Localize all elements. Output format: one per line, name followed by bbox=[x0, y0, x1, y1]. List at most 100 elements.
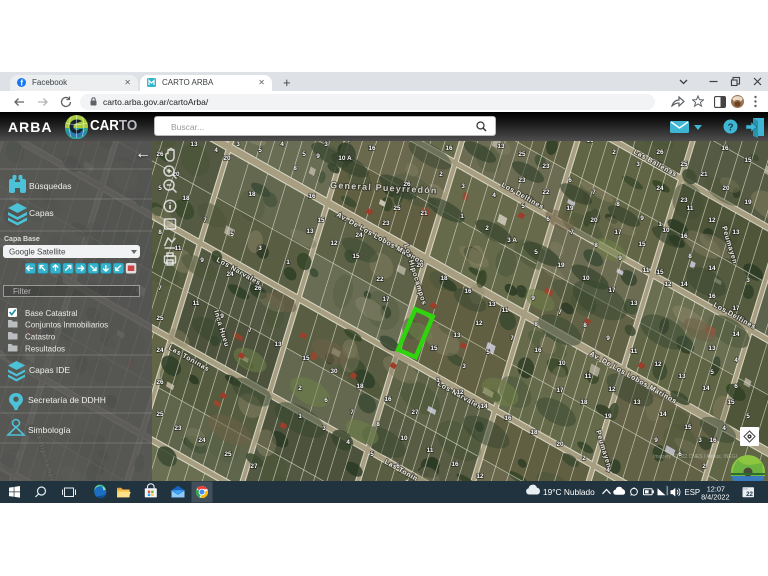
svg-text:9: 9 bbox=[654, 437, 658, 444]
svg-text:13: 13 bbox=[274, 341, 282, 348]
svg-text:23: 23 bbox=[680, 197, 688, 204]
svg-text:8: 8 bbox=[616, 201, 620, 208]
svg-text:25: 25 bbox=[680, 161, 688, 168]
svg-text:14: 14 bbox=[480, 403, 488, 410]
svg-text:9: 9 bbox=[200, 257, 204, 264]
svg-text:ESP: ESP bbox=[685, 488, 701, 497]
svg-text:15: 15 bbox=[744, 157, 752, 164]
svg-text:22: 22 bbox=[376, 276, 384, 283]
svg-text:8/4/2022: 8/4/2022 bbox=[701, 493, 729, 502]
svg-text:25: 25 bbox=[156, 315, 164, 322]
svg-text:14: 14 bbox=[732, 331, 740, 338]
svg-text:24: 24 bbox=[226, 271, 234, 278]
svg-text:5: 5 bbox=[710, 369, 714, 376]
svg-text:25: 25 bbox=[518, 151, 526, 158]
svg-text:18: 18 bbox=[356, 383, 364, 390]
svg-text:11: 11 bbox=[631, 348, 638, 355]
svg-text:10: 10 bbox=[400, 435, 408, 442]
svg-text:5: 5 bbox=[158, 185, 162, 192]
svg-text:1: 1 bbox=[286, 259, 290, 266]
svg-text:16: 16 bbox=[504, 415, 512, 422]
svg-text:4: 4 bbox=[722, 425, 726, 432]
svg-text:14: 14 bbox=[680, 281, 688, 288]
svg-text:2: 2 bbox=[485, 225, 489, 232]
svg-text:Capas: Capas bbox=[29, 208, 54, 218]
svg-text:13: 13 bbox=[708, 345, 716, 352]
svg-text:18: 18 bbox=[182, 195, 190, 202]
svg-text:13: 13 bbox=[453, 332, 461, 339]
svg-text:1: 1 bbox=[436, 377, 440, 384]
svg-text:5: 5 bbox=[486, 349, 490, 356]
svg-text:6: 6 bbox=[546, 216, 550, 223]
svg-text:8: 8 bbox=[534, 321, 538, 328]
svg-text:18: 18 bbox=[440, 275, 448, 282]
svg-text:12: 12 bbox=[456, 389, 464, 396]
svg-text:5: 5 bbox=[370, 451, 374, 458]
svg-text:Imagery ©2022 CNES / Airbus, I: Imagery ©2022 CNES / Airbus, INEGI bbox=[653, 453, 737, 460]
svg-text:16: 16 bbox=[708, 293, 716, 300]
svg-text:13: 13 bbox=[630, 300, 638, 307]
svg-text:20: 20 bbox=[223, 155, 231, 162]
svg-text:2: 2 bbox=[439, 171, 443, 178]
svg-text:24: 24 bbox=[656, 185, 664, 192]
svg-text:17: 17 bbox=[556, 387, 564, 394]
svg-text:16: 16 bbox=[534, 347, 542, 354]
svg-text:26: 26 bbox=[156, 379, 164, 386]
svg-text:10: 10 bbox=[662, 227, 670, 234]
svg-text:19°C Nublado: 19°C Nublado bbox=[543, 487, 595, 497]
svg-text:12: 12 bbox=[664, 281, 672, 288]
svg-text:8: 8 bbox=[158, 229, 162, 236]
svg-text:16: 16 bbox=[709, 437, 717, 444]
svg-text:6: 6 bbox=[396, 463, 400, 470]
svg-text:Catastro: Catastro bbox=[25, 333, 56, 342]
svg-text:10: 10 bbox=[582, 275, 590, 282]
svg-text:13: 13 bbox=[488, 301, 496, 308]
svg-text:19: 19 bbox=[557, 262, 565, 269]
svg-text:Conjuntos Inmobiliarios: Conjuntos Inmobiliarios bbox=[25, 321, 108, 330]
svg-text:16: 16 bbox=[680, 233, 688, 240]
svg-text:Base Catastral: Base Catastral bbox=[25, 309, 78, 318]
svg-text:8: 8 bbox=[688, 253, 692, 260]
svg-text:16: 16 bbox=[451, 461, 459, 468]
svg-text:3: 3 bbox=[324, 141, 328, 148]
svg-text:17: 17 bbox=[382, 296, 390, 303]
svg-text:18: 18 bbox=[580, 399, 588, 406]
svg-text:16: 16 bbox=[308, 193, 316, 200]
svg-text:21: 21 bbox=[700, 171, 708, 178]
svg-text:26: 26 bbox=[156, 151, 164, 158]
svg-text:16: 16 bbox=[368, 145, 376, 152]
svg-text:11: 11 bbox=[687, 205, 694, 212]
svg-text:f: f bbox=[20, 79, 23, 87]
svg-text:3: 3 bbox=[636, 161, 640, 168]
svg-text:7: 7 bbox=[158, 285, 162, 292]
svg-text:15: 15 bbox=[656, 269, 664, 276]
svg-text:7: 7 bbox=[570, 229, 574, 236]
svg-text:16: 16 bbox=[721, 145, 729, 152]
svg-text:Resultados: Resultados bbox=[25, 345, 65, 354]
svg-text:7: 7 bbox=[558, 309, 562, 316]
svg-text:5: 5 bbox=[746, 413, 750, 420]
svg-text:17: 17 bbox=[614, 229, 622, 236]
svg-text:9: 9 bbox=[531, 295, 535, 302]
svg-text:19: 19 bbox=[566, 205, 574, 212]
svg-text:17: 17 bbox=[732, 305, 740, 312]
svg-text:5: 5 bbox=[258, 147, 262, 154]
svg-text:23: 23 bbox=[518, 177, 526, 184]
svg-text:26: 26 bbox=[656, 149, 664, 156]
svg-text:7: 7 bbox=[350, 409, 354, 416]
svg-text:4: 4 bbox=[214, 147, 218, 154]
svg-text:Capas IDE: Capas IDE bbox=[29, 365, 70, 375]
svg-text:Búsquedas: Búsquedas bbox=[29, 181, 72, 191]
svg-text:23: 23 bbox=[542, 163, 550, 170]
svg-text:10: 10 bbox=[558, 360, 566, 367]
svg-text:11: 11 bbox=[502, 307, 509, 314]
svg-text:25: 25 bbox=[393, 205, 401, 212]
svg-text:15: 15 bbox=[302, 355, 310, 362]
svg-text:13: 13 bbox=[633, 399, 641, 406]
svg-text:9: 9 bbox=[640, 215, 644, 222]
svg-text:3: 3 bbox=[322, 425, 326, 432]
svg-text:2: 2 bbox=[298, 385, 302, 392]
svg-text:4: 4 bbox=[606, 467, 610, 474]
svg-text:Simbología: Simbología bbox=[28, 425, 71, 435]
svg-text:4: 4 bbox=[492, 192, 496, 199]
